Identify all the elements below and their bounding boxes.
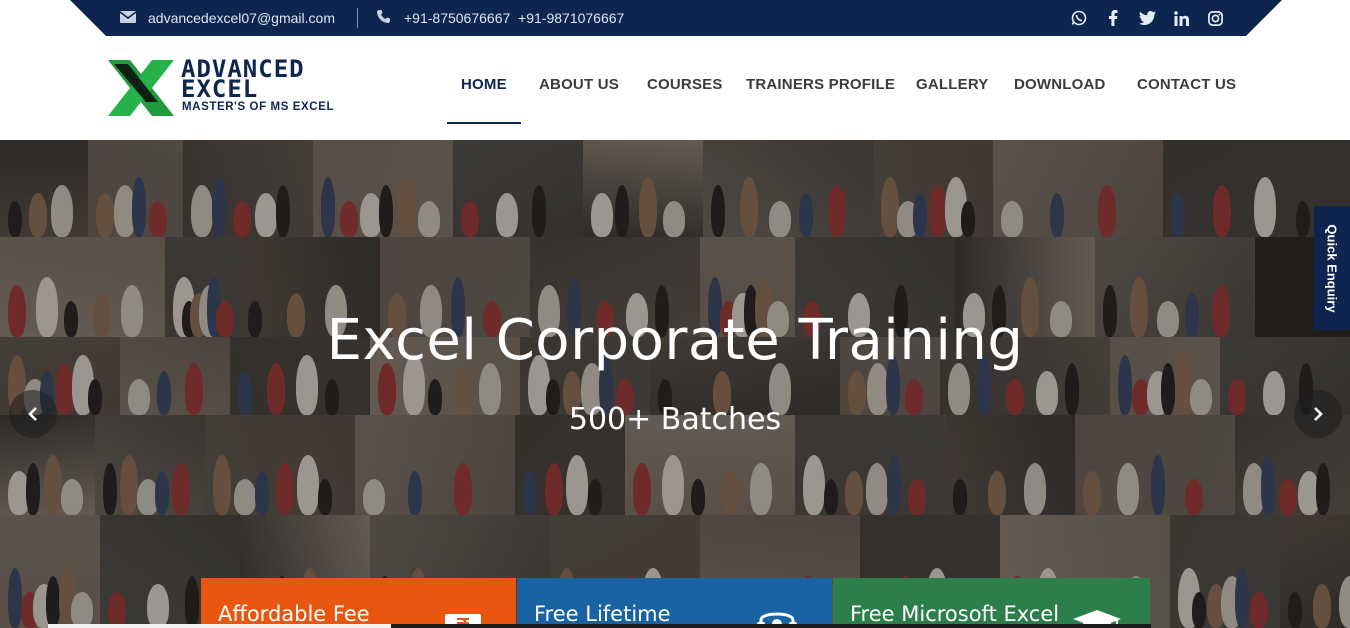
logo-word-excel: EXCEL xyxy=(181,75,259,103)
phone-text[interactable]: +91-8750676667 +91-9871076667 xyxy=(404,10,624,26)
nav-contact-us[interactable]: CONTACT US xyxy=(1137,76,1236,98)
hero-title: Excel Corporate Training xyxy=(326,308,1024,373)
topbar-divider xyxy=(357,8,358,28)
quick-enquiry-tab[interactable]: Quick Enquiry xyxy=(1314,206,1350,330)
bottom-strip-light xyxy=(48,624,391,628)
bottom-strip-dark xyxy=(391,624,1151,628)
feature-label: Free Microsoft Excel xyxy=(850,602,1060,626)
feature-label: Affordable Fee xyxy=(218,602,370,626)
phone-contact[interactable]: +91-8750676667 +91-9871076667 xyxy=(377,0,624,36)
email-text[interactable]: advancedexcel07@gmail.com xyxy=(148,10,335,26)
email-contact[interactable]: advancedexcel07@gmail.com xyxy=(119,0,335,36)
envelope-icon xyxy=(119,10,137,26)
hero-dark-overlay xyxy=(0,140,1350,628)
slider-next-button[interactable] xyxy=(1294,390,1342,438)
phone-icon xyxy=(377,10,390,26)
facebook-icon[interactable] xyxy=(1104,0,1122,36)
whatsapp-icon[interactable] xyxy=(1070,0,1088,36)
nav-gallery[interactable]: GALLERY xyxy=(916,76,989,98)
chevron-left-icon xyxy=(28,407,37,421)
nav-trainers-profile[interactable]: TRAINERS PROFILE xyxy=(746,76,895,98)
nav-courses[interactable]: COURSES xyxy=(647,76,723,98)
nav-active-indicator xyxy=(447,122,521,124)
instagram-icon[interactable] xyxy=(1206,0,1224,36)
hero-slider: Excel Corporate Training 500+ Batches xyxy=(0,140,1350,628)
feature-label: Free Lifetime xyxy=(534,602,671,626)
logo-tagline: MASTER'S OF MS EXCEL xyxy=(182,101,335,113)
linkedin-icon[interactable] xyxy=(1172,0,1190,36)
site-logo[interactable]: ADVANCED EXCEL MASTER'S OF MS EXCEL xyxy=(108,57,368,118)
nav-download[interactable]: DOWNLOAD xyxy=(1014,76,1106,98)
nav-home[interactable]: HOME xyxy=(461,76,507,98)
chevron-right-icon xyxy=(1314,407,1323,421)
nav-about-us[interactable]: ABOUT US xyxy=(539,76,619,98)
twitter-icon[interactable] xyxy=(1138,0,1156,36)
quick-enquiry-label[interactable]: Quick Enquiry xyxy=(1325,224,1340,312)
feature-free-lifetime[interactable]: Free Lifetime xyxy=(517,578,832,628)
hero-subtitle: 500+ Batches xyxy=(568,402,782,437)
logo-x-mark-icon xyxy=(108,60,174,116)
feature-free-microsoft-excel[interactable]: Free Microsoft Excel xyxy=(833,578,1150,628)
slider-prev-button[interactable] xyxy=(9,390,57,438)
feature-affordable-fee[interactable]: Affordable Fee xyxy=(201,578,516,628)
